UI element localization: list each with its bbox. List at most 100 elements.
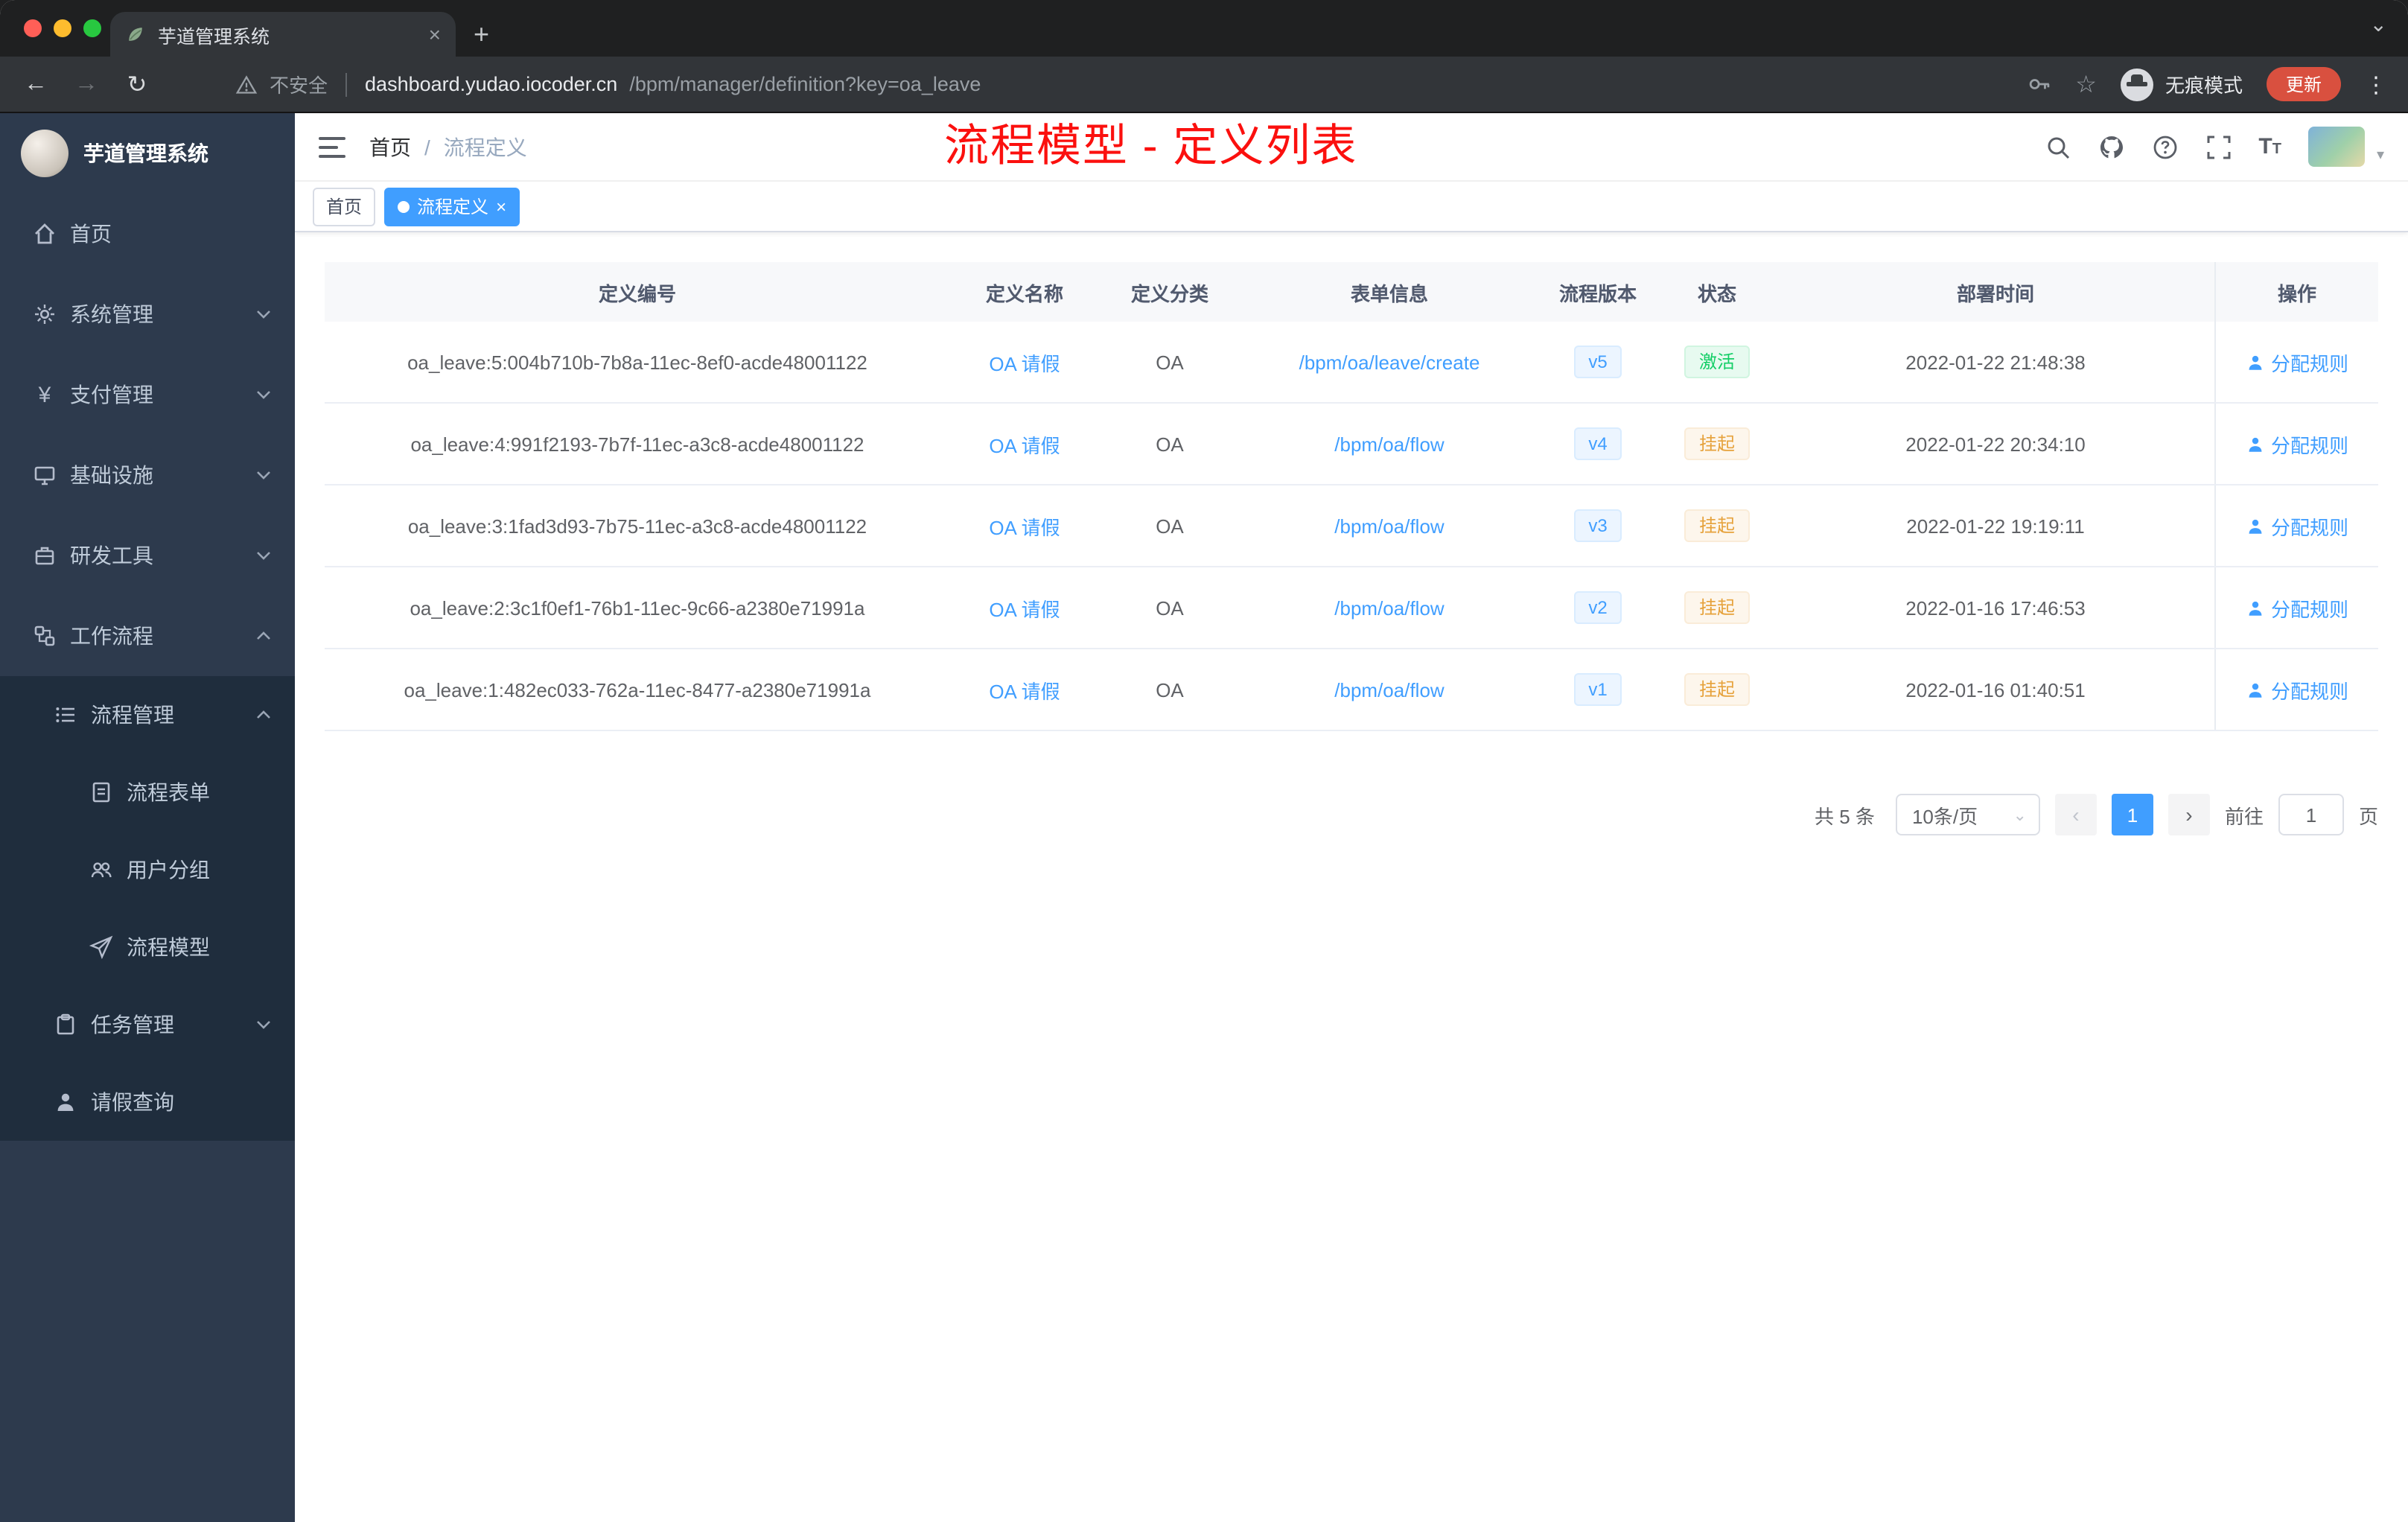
user-icon — [2249, 354, 2262, 369]
help-icon[interactable] — [2151, 133, 2178, 160]
avatar-caret-icon[interactable]: ▾ — [2377, 147, 2384, 164]
goto-page-input[interactable] — [2278, 794, 2344, 835]
page-size-select[interactable]: 10条/页 ⌄ — [1895, 794, 2040, 835]
avatar[interactable] — [2307, 127, 2365, 167]
update-button[interactable]: 更新 — [2266, 67, 2341, 101]
sidebar-item-process-form[interactable]: 流程表单 — [0, 754, 295, 831]
fullscreen-icon[interactable] — [2205, 133, 2232, 160]
url-host: dashboard.yudao.iocoder.cn — [365, 73, 618, 95]
select-caret-icon: ⌄ — [2013, 806, 2027, 824]
assign-rule-link[interactable]: 分配规则 — [2246, 512, 2348, 540]
toolbar-right: ☆ 无痕模式 更新 ⋮ — [2026, 67, 2387, 101]
form-info-link[interactable]: /bpm/oa/flow — [1334, 433, 1444, 455]
table-body: oa_leave:5:004b710b-7b8a-11ec-8ef0-acde4… — [325, 322, 2378, 731]
security-label[interactable]: 不安全 — [270, 70, 328, 98]
breadcrumb: 首页 / 流程定义 — [369, 132, 527, 162]
form-info-link[interactable]: /bpm/oa/flow — [1334, 515, 1444, 537]
tag-process-definition[interactable]: 流程定义 × — [384, 187, 520, 226]
page-1-button[interactable]: 1 — [2111, 794, 2153, 835]
home-icon — [35, 223, 54, 244]
assign-rule-link[interactable]: 分配规则 — [2246, 430, 2348, 458]
table-row: oa_leave:3:1fad3d93-7b75-11ec-a3c8-acde4… — [325, 485, 2378, 567]
assign-rule-link[interactable]: 分配规则 — [2246, 348, 2348, 376]
form-info-link[interactable]: /bpm/oa/flow — [1334, 596, 1444, 619]
search-icon[interactable] — [2044, 133, 2071, 160]
goto-unit: 页 — [2358, 805, 2378, 827]
definition-category: OA — [1156, 515, 1184, 537]
sidebar-item-user-group[interactable]: 用户分组 — [0, 831, 295, 908]
form-info-link[interactable]: /bpm/oa/flow — [1334, 678, 1444, 701]
content: 定义编号 定义名称 定义分类 表单信息 流程版本 状态 部署时间 操作 oa_l… — [295, 232, 2408, 865]
address-separator — [345, 72, 348, 96]
definition-id: oa_leave:3:1fad3d93-7b75-11ec-a3c8-acde4… — [407, 515, 867, 537]
zoom-window-button[interactable] — [83, 19, 101, 37]
next-page-button[interactable]: › — [2167, 794, 2210, 835]
tab-close-icon[interactable]: × — [429, 24, 441, 45]
definition-category: OA — [1156, 678, 1184, 701]
sidebar-item-infrastructure[interactable]: 基础设施 — [0, 435, 295, 515]
sidebar-logo[interactable]: 芋道管理系统 — [0, 113, 295, 194]
definition-name-link[interactable]: OA 请假 — [989, 348, 1060, 376]
form-info-link[interactable]: /bpm/oa/leave/create — [1299, 351, 1480, 373]
person-icon — [57, 1093, 74, 1111]
deploy-time: 2022-01-16 01:40:51 — [1905, 678, 2086, 701]
sidebar-item-leave-query[interactable]: 请假查询 — [0, 1063, 295, 1141]
chevron-down-icon — [257, 552, 270, 560]
assign-rule-label: 分配规则 — [2270, 434, 2348, 456]
sidebar-item-system[interactable]: 系统管理 — [0, 274, 295, 354]
definition-id: oa_leave:2:3c1f0ef1-76b1-11ec-9c66-a2380… — [410, 596, 865, 619]
breadcrumb-home[interactable]: 首页 — [369, 132, 411, 162]
tab-strip: 芋道管理系统 × + ⌄ — [0, 0, 2408, 57]
minimize-window-button[interactable] — [54, 19, 71, 37]
definition-id: oa_leave:5:004b710b-7b8a-11ec-8ef0-acde4… — [407, 351, 867, 373]
definition-name-link[interactable]: OA 请假 — [989, 430, 1060, 458]
reload-button[interactable]: ↻ — [122, 69, 152, 99]
assign-rule-link[interactable]: 分配规则 — [2246, 593, 2348, 622]
tag-close-icon[interactable]: × — [496, 196, 506, 217]
chevron-down-icon — [257, 391, 270, 399]
table-row: oa_leave:4:991f2193-7b7f-11ec-a3c8-acde4… — [325, 404, 2378, 485]
definition-name-link[interactable]: OA 请假 — [989, 593, 1060, 622]
sidebar-item-devtools[interactable]: 研发工具 — [0, 515, 295, 596]
assign-rule-link[interactable]: 分配规则 — [2246, 675, 2348, 704]
browser-menu-icon[interactable]: ⋮ — [2365, 71, 2387, 98]
sidebar: 芋道管理系统 首页 系统管理 ¥ 支付管理 基础设施 研发工具 工作流程 流程管… — [0, 113, 295, 1522]
assign-rule-label: 分配规则 — [2270, 680, 2348, 702]
column-header: 定义编号 — [598, 282, 676, 305]
url-path: /bpm/manager/definition?key=oa_leave — [629, 73, 981, 95]
status-badge: 挂起 — [1684, 427, 1750, 460]
definition-name-link[interactable]: OA 请假 — [989, 675, 1060, 704]
bookmark-star-icon[interactable]: ☆ — [2075, 69, 2097, 99]
prev-page-button[interactable]: ‹ — [2054, 794, 2097, 835]
sidebar-item-task-management[interactable]: 任务管理 — [0, 986, 295, 1063]
total-count: 共 5 条 — [1815, 805, 1875, 827]
version-badge: v3 — [1573, 509, 1622, 542]
sidebar-item-home[interactable]: 首页 — [0, 194, 295, 274]
incognito-label: 无痕模式 — [2165, 74, 2243, 97]
close-window-button[interactable] — [24, 19, 42, 37]
sidebar-item-process-model[interactable]: 流程模型 — [0, 908, 295, 986]
list-icon — [56, 707, 74, 722]
gear-icon — [35, 305, 54, 324]
tag-home[interactable]: 首页 — [313, 187, 376, 226]
back-button[interactable]: ← — [21, 71, 51, 98]
browser-tab[interactable]: 芋道管理系统 × — [110, 12, 456, 57]
password-key-icon[interactable] — [2026, 71, 2051, 97]
address-bar[interactable]: 不安全 dashboard.yudao.iocoder.cn/bpm/manag… — [235, 70, 2005, 98]
github-icon[interactable] — [2098, 133, 2124, 160]
definition-table: 定义编号 定义名称 定义分类 表单信息 流程版本 状态 部署时间 操作 oa_l… — [325, 262, 2378, 731]
sidebar-item-payment[interactable]: ¥ 支付管理 — [0, 354, 295, 435]
assign-rule-label: 分配规则 — [2270, 516, 2348, 538]
definition-name-link[interactable]: OA 请假 — [989, 512, 1060, 540]
new-tab-button[interactable]: + — [474, 19, 489, 51]
column-header: 部署时间 — [1956, 282, 2034, 305]
sidebar-item-process-management[interactable]: 流程管理 — [0, 676, 295, 754]
sidebar-item-workflow[interactable]: 工作流程 — [0, 596, 295, 676]
forward-button[interactable]: → — [71, 71, 101, 98]
tab-search-icon[interactable]: ⌄ — [2370, 12, 2387, 37]
font-size-icon[interactable]: TT — [2258, 134, 2281, 159]
sidebar-toggle-icon[interactable] — [319, 136, 345, 157]
user-icon — [2249, 600, 2262, 615]
version-badge: v4 — [1573, 427, 1622, 460]
deploy-time: 2022-01-22 21:48:38 — [1905, 351, 2086, 373]
